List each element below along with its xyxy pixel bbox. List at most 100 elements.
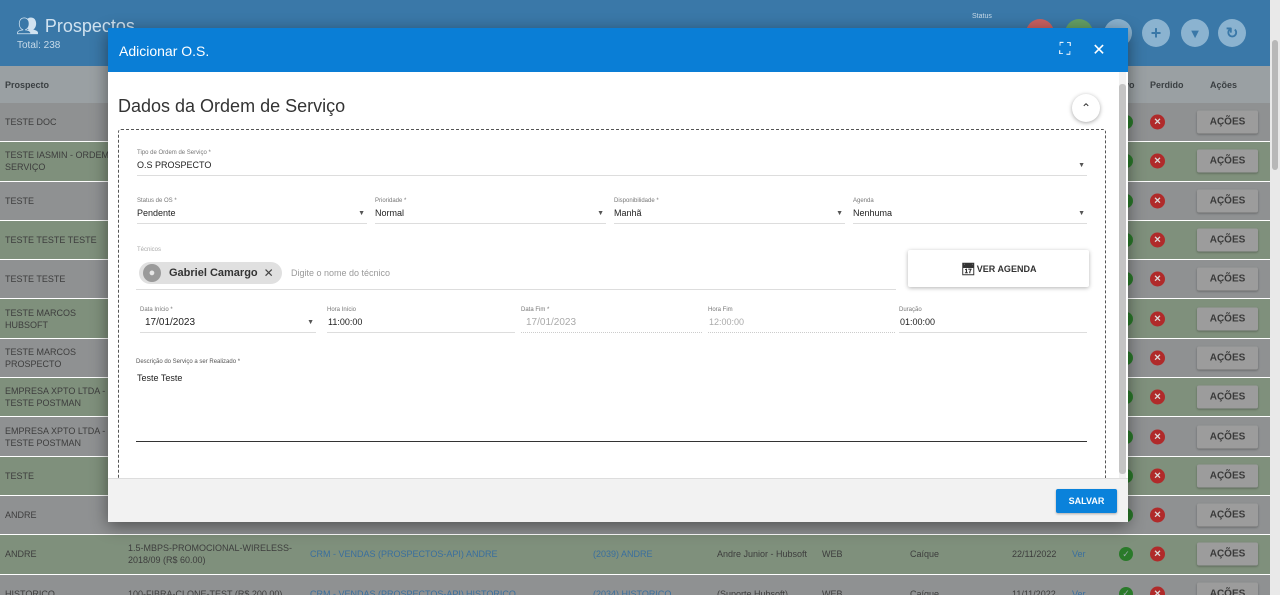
prospect-name: EMPRESA XPTO LTDA - TESTE POSTMAN xyxy=(5,386,106,409)
data-inicio-label: Data Início * xyxy=(140,307,173,313)
modal-scrollbar[interactable] xyxy=(1119,72,1126,478)
data-fim-label: Data Fim * xyxy=(521,307,550,313)
ativo-check-icon[interactable]: ✓ xyxy=(1119,586,1133,595)
caret-down-icon: ▼ xyxy=(307,319,314,326)
tipo-os-select[interactable]: Tipo de Ordem de Serviço * O.S PROSPECTO… xyxy=(137,150,1087,176)
perdido-x-icon[interactable]: ✕ xyxy=(1150,468,1165,484)
prospect-name: TESTE MARCOS PROSPECTO xyxy=(5,346,77,369)
remove-chip-icon[interactable]: ✕ xyxy=(264,266,274,280)
data-inicio-field[interactable]: Data Início * 17/01/2023 ▼ xyxy=(140,307,316,333)
perdido-x-icon[interactable]: ✕ xyxy=(1150,507,1165,523)
perdido-x-icon[interactable]: ✕ xyxy=(1150,389,1165,405)
perdido-x-icon[interactable]: ✕ xyxy=(1150,350,1165,366)
refresh-button[interactable]: ↻ xyxy=(1218,19,1246,47)
acoes-button[interactable]: AÇÕES xyxy=(1197,542,1258,566)
filter-icon: ▼ xyxy=(1188,25,1202,41)
modal-header: Adicionar O.S. ⛶ ✕ xyxy=(108,28,1128,72)
perdido-x-icon[interactable]: ✕ xyxy=(1150,586,1165,595)
origem-link[interactable]: CRM - VENDAS (PROSPECTOS-API) xyxy=(310,589,464,595)
cod-link[interactable]: (2034) HISTORICO xyxy=(593,589,671,595)
tecnico-input[interactable]: Digite o nome do técnico xyxy=(291,268,390,278)
hora-inicio-value[interactable]: 11:00:00 xyxy=(327,317,515,333)
total-count: Total: 238 xyxy=(17,40,61,51)
acoes-button[interactable]: AÇÕES xyxy=(1197,189,1258,213)
filter-button[interactable]: ▼ xyxy=(1181,19,1209,47)
acoes-button[interactable]: AÇÕES xyxy=(1197,228,1258,252)
acoes-button[interactable]: AÇÕES xyxy=(1197,582,1258,595)
modal-title: Adicionar O.S. xyxy=(119,43,210,59)
disponibilidade-text: Manhã xyxy=(614,208,642,218)
col-perdido[interactable]: Perdido xyxy=(1150,80,1184,90)
caret-down-icon: ▼ xyxy=(1078,162,1085,169)
fullscreen-icon[interactable]: ⛶ xyxy=(1054,39,1076,61)
acoes-button[interactable]: AÇÕES xyxy=(1197,307,1258,331)
acoes-button[interactable]: AÇÕES xyxy=(1197,503,1258,527)
caret-down-icon: ▼ xyxy=(358,210,365,217)
acoes-button[interactable]: AÇÕES xyxy=(1197,464,1258,488)
prospect-name: ANDRE xyxy=(5,510,37,521)
perdido-x-icon[interactable]: ✕ xyxy=(1150,193,1165,209)
canal-cell: WEB xyxy=(822,549,843,560)
table-row[interactable]: ANDRE 1.5-MBPS-PROMOCIONAL-WIRELESS-2018/… xyxy=(0,535,1270,575)
modal-body: Dados da Ordem de Serviço ⌃ Tipo de Orde… xyxy=(108,72,1128,478)
responsavel-cell: (Suporte Hubsoft) xyxy=(717,588,789,595)
ver-link[interactable]: Ver xyxy=(1072,549,1086,559)
perdido-x-icon[interactable]: ✕ xyxy=(1150,429,1165,445)
os-fieldset xyxy=(118,129,1106,478)
add-button[interactable]: + xyxy=(1142,19,1170,47)
ver-link[interactable]: Ver xyxy=(1072,589,1086,595)
prospect-name: ANDRE xyxy=(5,549,37,560)
prioridade-select[interactable]: Prioridade * Normal ▼ xyxy=(375,198,606,224)
vendedor-link[interactable]: HISTORICO xyxy=(466,589,516,595)
perdido-x-icon[interactable]: ✕ xyxy=(1150,271,1165,287)
ver-agenda-button[interactable]: 📅︎ VER AGENDA xyxy=(908,250,1089,287)
descricao-textarea[interactable]: Teste Teste xyxy=(137,373,182,383)
hora-inicio-field[interactable]: Hora Início 11:00:00 xyxy=(327,307,515,333)
acoes-button[interactable]: AÇÕES xyxy=(1197,385,1258,409)
close-icon[interactable]: ✕ xyxy=(1088,39,1110,61)
data-inicio-value[interactable]: 17/01/2023 ▼ xyxy=(140,317,316,333)
status-os-select[interactable]: Status de OS * Pendente ▼ xyxy=(137,198,367,224)
prospect-name: TESTE MARCOS HUBSOFT xyxy=(5,307,77,330)
col-prospecto[interactable]: Prospecto xyxy=(5,80,49,90)
collapse-button[interactable]: ⌃ xyxy=(1072,94,1100,122)
acoes-button[interactable]: AÇÕES xyxy=(1197,425,1258,449)
prospect-name: TESTE IASMIN - ORDEM SERVIÇO xyxy=(5,150,110,173)
duracao-value[interactable]: 01:00:00 xyxy=(899,317,1087,333)
tecnicos-field[interactable]: ● Gabriel Camargo ✕ Digite o nome do téc… xyxy=(136,256,896,290)
agenda-value[interactable]: Nenhuma ▼ xyxy=(853,208,1087,224)
vendedor-link[interactable]: ANDRE xyxy=(466,549,498,559)
disponibilidade-value[interactable]: Manhã ▼ xyxy=(614,208,845,224)
tecnicos-label: Técnicos xyxy=(137,247,162,253)
salvar-button[interactable]: SALVAR xyxy=(1056,489,1117,513)
cod-link[interactable]: (2039) ANDRE xyxy=(593,549,653,559)
prospect-name: TESTE TESTE TESTE xyxy=(5,235,97,246)
modal-scrollbar-thumb[interactable] xyxy=(1119,84,1126,474)
perdido-x-icon[interactable]: ✕ xyxy=(1150,232,1165,248)
page-scrollbar[interactable] xyxy=(1270,0,1280,595)
table-row[interactable]: HISTORICO 100-FIBRA-CLONE-TEST (R$ 200.00… xyxy=(0,574,1270,595)
acoes-button[interactable]: AÇÕES xyxy=(1197,267,1258,291)
ativo-check-icon[interactable]: ✓ xyxy=(1119,547,1133,562)
origem-link[interactable]: CRM - VENDAS (PROSPECTOS-API) xyxy=(310,549,464,559)
disponibilidade-select[interactable]: Disponibilidade * Manhã ▼ xyxy=(614,198,845,224)
modal-footer: SALVAR xyxy=(108,478,1128,522)
agenda-label: Agenda xyxy=(853,198,874,204)
perdido-x-icon[interactable]: ✕ xyxy=(1150,311,1165,327)
status-os-text: Pendente xyxy=(137,208,176,218)
tipo-os-value[interactable]: O.S PROSPECTO ▼ xyxy=(137,160,1087,176)
acoes-button[interactable]: AÇÕES xyxy=(1197,110,1258,134)
agenda-select[interactable]: Agenda Nenhuma ▼ xyxy=(853,198,1087,224)
status-os-value[interactable]: Pendente ▼ xyxy=(137,208,367,224)
perdido-x-icon[interactable]: ✕ xyxy=(1150,153,1165,169)
acoes-button[interactable]: AÇÕES xyxy=(1197,149,1258,173)
prioridade-value[interactable]: Normal ▼ xyxy=(375,208,606,224)
acoes-button[interactable]: AÇÕES xyxy=(1197,346,1258,370)
caret-down-icon: ▼ xyxy=(1078,210,1085,217)
hora-fim-value: 12:00:00 xyxy=(708,317,895,333)
prospect-name: TESTE xyxy=(5,195,35,206)
perdido-x-icon[interactable]: ✕ xyxy=(1150,546,1165,562)
duracao-field[interactable]: Duração 01:00:00 xyxy=(899,307,1087,333)
perdido-x-icon[interactable]: ✕ xyxy=(1150,114,1165,130)
page-scrollbar-thumb[interactable] xyxy=(1272,40,1278,170)
